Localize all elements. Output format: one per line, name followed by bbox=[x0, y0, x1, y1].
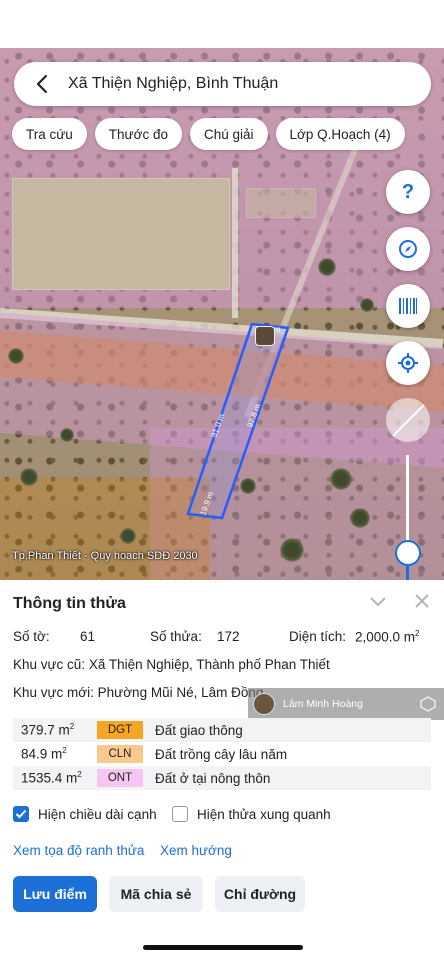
watermark-logo-icon bbox=[420, 696, 436, 712]
barcode-button[interactable] bbox=[386, 284, 430, 328]
close-icon[interactable] bbox=[413, 592, 431, 610]
map-attribution: Tp.Phan Thiết - Quy hoạch SDĐ 2030 bbox=[12, 550, 198, 562]
land-use-name: Đất ở tại nông thôn bbox=[155, 770, 271, 786]
view-direction-link[interactable]: Xem hướng bbox=[160, 843, 232, 858]
so-thua-value: 172 bbox=[217, 629, 240, 644]
compass-icon bbox=[399, 240, 417, 258]
land-area: 379.7 m2 bbox=[21, 722, 75, 738]
opacity-slider-thumb[interactable] bbox=[395, 539, 421, 566]
watermark-name: Lâm Minh Hoàng bbox=[283, 698, 363, 710]
help-button[interactable]: ? bbox=[386, 170, 430, 214]
save-point-button[interactable]: Lưu điểm bbox=[13, 876, 97, 912]
home-indicator[interactable] bbox=[143, 945, 303, 950]
show-edge-length-checkbox[interactable]: Hiện chiều dài cạnh bbox=[13, 806, 157, 822]
show-neighbors-checkbox[interactable]: Hiện thửa xung quanh bbox=[172, 806, 331, 822]
locate-button[interactable] bbox=[386, 341, 430, 385]
new-area-text: Khu vực mới: Phường Mũi Né, Lâm Đồng bbox=[13, 685, 264, 700]
land-use-row: 1535.4 m2 ONT Đất ở tại nông thôn bbox=[13, 766, 431, 790]
chip-chu-giai[interactable]: Chú giải bbox=[189, 118, 268, 150]
crosshair-icon bbox=[398, 353, 418, 373]
so-thua-label: Số thửa: bbox=[150, 629, 202, 644]
so-to-label: Số tờ: bbox=[13, 629, 50, 644]
land-use-name: Đất trồng cây lâu năm bbox=[155, 746, 288, 762]
show-edge-length-label: Hiện chiều dài cạnh bbox=[38, 806, 157, 822]
land-use-row: 84.9 m2 CLN Đất trồng cây lâu năm bbox=[13, 742, 431, 766]
chevron-down-icon[interactable] bbox=[368, 593, 388, 609]
watermark: Lâm Minh Hoàng bbox=[248, 688, 444, 720]
toolbar-chips: Tra cứu Thước đo Chú giải Lớp Q.Hoạch (4… bbox=[12, 118, 405, 150]
help-icon: ? bbox=[401, 180, 415, 203]
chip-tra-cuu[interactable]: Tra cứu bbox=[12, 118, 87, 150]
show-neighbors-label: Hiện thửa xung quanh bbox=[197, 806, 331, 822]
user-marker[interactable] bbox=[255, 326, 275, 346]
land-use-name: Đất giao thông bbox=[155, 722, 243, 738]
land-area: 1535.4 m2 bbox=[21, 770, 82, 786]
layer-opacity-icon[interactable] bbox=[386, 398, 430, 442]
search-bar[interactable]: Xã Thiện Nghiệp, Bình Thuận bbox=[14, 62, 431, 106]
view-coordinates-link[interactable]: Xem tọa độ ranh thửa bbox=[13, 843, 144, 858]
land-code-badge: CLN bbox=[97, 745, 143, 763]
dien-tich-label: Diện tích: bbox=[289, 629, 347, 644]
dien-tich-value: 2,000.0 m2 bbox=[355, 629, 420, 645]
checkbox-unchecked-icon[interactable] bbox=[172, 806, 188, 822]
location-title: Xã Thiện Nghiệp, Bình Thuận bbox=[68, 75, 279, 92]
back-arrow-icon[interactable] bbox=[28, 70, 56, 98]
compass-button[interactable] bbox=[386, 227, 430, 271]
directions-button[interactable]: Chỉ đường bbox=[215, 876, 305, 912]
land-area: 84.9 m2 bbox=[21, 746, 67, 762]
share-code-button[interactable]: Mã chia sẻ bbox=[109, 876, 203, 912]
land-use-table: 379.7 m2 DGT Đất giao thông 84.9 m2 CLN … bbox=[13, 718, 431, 790]
land-code-badge: ONT bbox=[97, 769, 143, 787]
barcode-icon bbox=[399, 298, 417, 314]
land-use-row: 379.7 m2 DGT Đất giao thông bbox=[13, 718, 431, 742]
so-to-value: 61 bbox=[80, 629, 96, 644]
old-area-text: Khu vực cũ: Xã Thiện Nghiệp, Thành phố P… bbox=[13, 657, 330, 672]
panel-title: Thông tin thửa bbox=[13, 595, 126, 612]
avatar bbox=[253, 693, 275, 715]
chip-lop-quy-hoach[interactable]: Lớp Q.Hoạch (4) bbox=[275, 118, 405, 150]
land-code-badge: DGT bbox=[97, 721, 143, 739]
checkbox-checked-icon[interactable] bbox=[13, 806, 29, 822]
chip-thuoc-do[interactable]: Thước đo bbox=[94, 118, 182, 150]
